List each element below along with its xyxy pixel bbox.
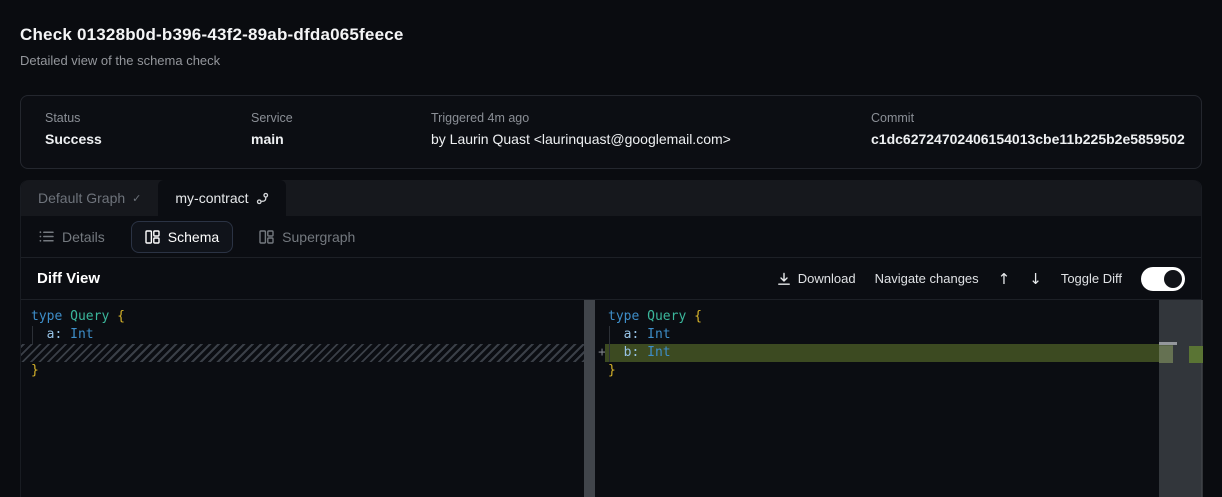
check-summary-card: Status Success Service main Triggered 4m… [20,95,1202,169]
list-icon [39,230,54,243]
triggered-label: Triggered 4m ago [431,111,731,125]
arrow-down-icon: ↓ [1029,270,1042,288]
check-icon: ✓ [132,192,141,205]
schema-check-page: Check 01328b0d-b396-43f2-89ab-dfda065fee… [0,0,1222,497]
navigate-changes-label: Navigate changes [875,271,979,286]
status-label: Status [45,111,102,125]
toggle-diff-switch[interactable] [1141,267,1185,291]
code-line: } [21,362,584,380]
view-tab-strip: Details Schema Supergraph [21,216,1201,257]
contract-icon [256,192,269,205]
tab-schema[interactable]: Schema [131,221,233,253]
toggle-diff-label: Toggle Diff [1061,271,1122,286]
tab-my-contract[interactable]: my-contract [158,180,285,216]
tab-details-label: Details [62,229,105,245]
check-detail-card: Default Graph ✓ my-contract [20,180,1202,497]
download-label: Download [798,271,856,286]
previous-change-button[interactable]: ↑ [998,270,1011,288]
download-icon [777,272,791,286]
code-line-added: b: Int [595,344,1203,362]
commit-value: c1dc62724702406154013cbe11b225b2e5859502 [871,131,1185,147]
tab-default-graph-label: Default Graph [38,190,125,206]
code-line: } [595,362,1203,380]
triggered-field: Triggered 4m ago by Laurin Quast <laurin… [431,111,731,147]
tab-default-graph[interactable]: Default Graph ✓ [21,180,158,216]
schema-diff-editor: type Query { a: Int} + type Query { a: I… [21,300,1201,497]
diff-view-title: Diff View [37,270,100,287]
code-line-gap [21,344,584,362]
tab-supergraph[interactable]: Supergraph [259,229,355,245]
toggle-knob [1164,270,1182,288]
code-line: a: Int [21,326,584,344]
commit-field: Commit c1dc62724702406154013cbe11b225b2e… [871,111,1185,147]
columns-icon [145,230,160,244]
code-line: a: Int [595,326,1203,344]
status-value: Success [45,131,102,147]
code-line: type Query { [21,308,584,326]
tab-my-contract-label: my-contract [175,190,248,206]
service-field: Service main [251,111,293,147]
next-change-button[interactable]: ↓ [1029,270,1042,288]
overview-ruler-added-marker [1189,346,1203,363]
download-button[interactable]: Download [777,271,856,286]
service-value: main [251,131,293,147]
status-field: Status Success [45,111,102,147]
code-line: type Query { [595,308,1203,326]
diff-pane-after[interactable]: type Query { a: Int b: Int} [595,300,1203,497]
diff-controls: Download Navigate changes ↑ ↓ Toggle Dif… [777,267,1185,291]
left-scrollbar[interactable] [584,300,595,497]
tab-details[interactable]: Details [39,229,105,245]
right-scrollbar[interactable] [1159,300,1203,497]
page-subtitle: Detailed view of the schema check [20,53,220,68]
diff-view-header: Diff View Download Navigate changes ↑ ↓ … [21,257,1201,300]
service-label: Service [251,111,293,125]
tab-supergraph-label: Supergraph [282,229,355,245]
commit-label: Commit [871,111,1185,125]
graph-tab-strip: Default Graph ✓ my-contract [21,180,1201,216]
tab-schema-label: Schema [168,229,219,245]
diff-pane-before[interactable]: type Query { a: Int} [21,300,584,497]
scrollbar-slider-edge [1159,342,1177,345]
arrow-up-icon: ↑ [998,270,1011,288]
triggered-value: by Laurin Quast <laurinquast@googlemail.… [431,131,731,147]
columns-icon [259,230,274,244]
page-title: Check 01328b0d-b396-43f2-89ab-dfda065fee… [20,25,404,45]
